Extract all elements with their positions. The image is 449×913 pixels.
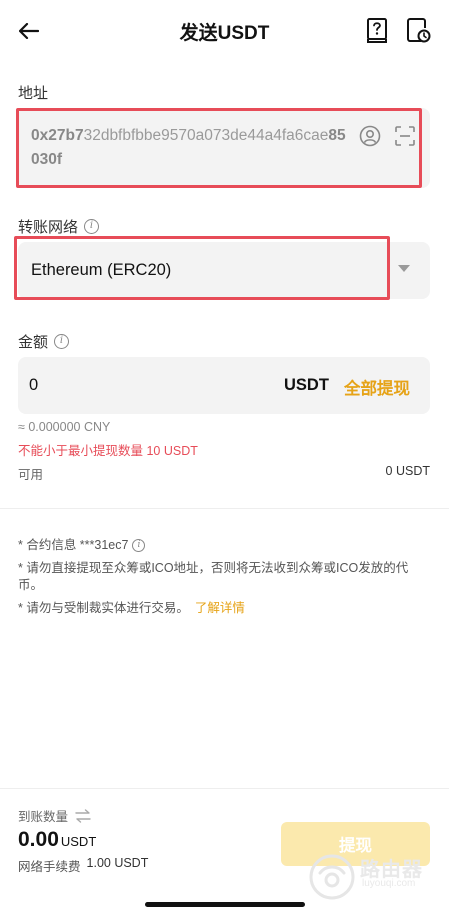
help-button[interactable]	[364, 16, 390, 44]
history-button[interactable]	[404, 16, 432, 44]
help-book-icon	[367, 18, 387, 43]
sanction-note: * 请勿与受制裁实体进行交易。 了解详情	[18, 600, 245, 617]
history-doc-icon	[407, 18, 431, 43]
available-value: 0 USDT	[385, 464, 430, 478]
home-indicator[interactable]	[145, 902, 305, 907]
scan-icon	[395, 126, 415, 146]
contract-note: * 合约信息 ***31ec7 i	[18, 537, 430, 554]
address-book-button[interactable]	[359, 125, 381, 147]
info-icon[interactable]: i	[84, 219, 100, 234]
scan-button[interactable]	[394, 125, 416, 147]
divider	[0, 508, 449, 509]
address-label: 地址	[18, 85, 49, 102]
cny-estimate: ≈ 0.000000 CNY	[18, 420, 111, 434]
ico-warning-note: * 请勿直接提现至众筹或ICO地址，否则将无法收到众筹或ICO发放的代币。	[18, 561, 409, 592]
minimum-warning: 不能小于最小提现数量 10 USDT	[18, 444, 198, 458]
amount-value[interactable]: 0	[29, 376, 38, 395]
contact-icon	[359, 125, 381, 147]
network-label: 转账网络 i	[18, 216, 100, 237]
amount-label: 金额 i	[18, 331, 70, 352]
network-fee: 网络手续费 1.00 USDT	[18, 856, 149, 874]
notes-section: * 合约信息 ***31ec7 i * 请勿直接提现至众筹或ICO地址，否则将无…	[18, 537, 430, 623]
network-selected-value: Ethereum (ERC20)	[31, 261, 172, 279]
watermark-sub: luyouqi.com	[362, 878, 416, 889]
withdraw-all-button[interactable]: 全部提现	[344, 375, 410, 399]
info-icon[interactable]: i	[132, 539, 146, 552]
address-value[interactable]: 0x27b732dbfbfbbe9570a073de44a4fa6cae8503…	[31, 124, 349, 172]
caret-down-icon[interactable]	[398, 265, 410, 272]
swap-icon[interactable]	[74, 808, 92, 823]
available-label: 可用	[18, 468, 44, 482]
amount-unit: USDT	[284, 376, 329, 394]
info-icon[interactable]: i	[54, 334, 70, 349]
footer-divider	[0, 788, 449, 789]
header: 发送USDT	[0, 0, 449, 62]
router-logo-icon	[309, 854, 355, 900]
learn-more-link[interactable]: 了解详情	[195, 600, 245, 617]
receive-label: 到账数量	[18, 806, 92, 825]
receive-amount: 0.00 USDT	[18, 828, 97, 851]
